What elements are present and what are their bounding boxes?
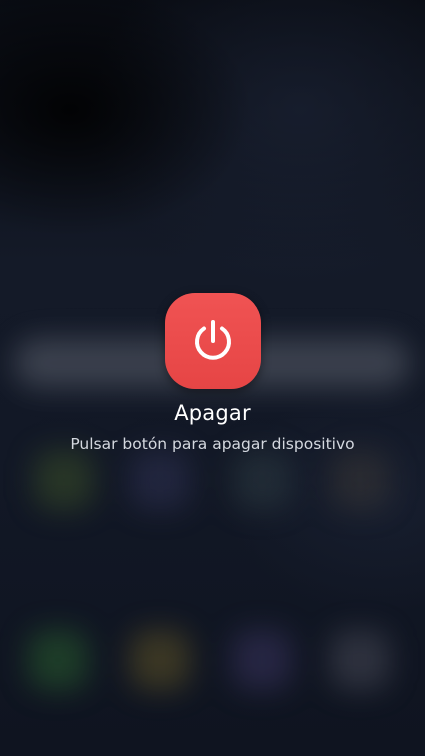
- power-off-title: Apagar: [174, 401, 251, 425]
- blurred-app-icon: [232, 630, 292, 690]
- blurred-app-icon: [130, 630, 190, 690]
- blurred-app-icon: [28, 630, 88, 690]
- blurred-app-icon: [34, 450, 94, 510]
- blurred-app-icon: [330, 630, 390, 690]
- power-icon: [194, 320, 231, 360]
- power-off-button[interactable]: [164, 293, 261, 389]
- blurred-app-icon: [232, 450, 292, 510]
- power-off-instruction: Pulsar botón para apagar dispositivo: [70, 435, 355, 453]
- power-off-dialog: Apagar Pulsar botón para apagar disposit…: [0, 293, 425, 453]
- blurred-app-icon: [330, 450, 390, 510]
- blurred-app-icon: [130, 450, 190, 510]
- power-off-screen: Apagar Pulsar botón para apagar disposit…: [0, 0, 425, 756]
